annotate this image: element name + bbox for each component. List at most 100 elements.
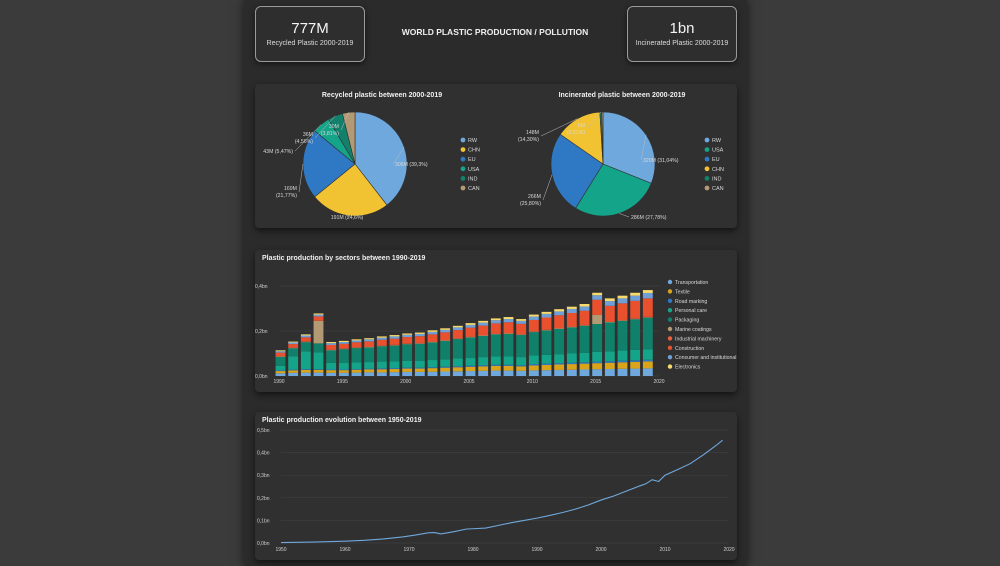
bar-legend-swatch-personal-care bbox=[667, 308, 673, 313]
bar-segment-road-marking bbox=[592, 361, 603, 364]
bar-segment-textile bbox=[313, 369, 324, 373]
bar-segment-electronics bbox=[465, 323, 476, 325]
bar-segment-construction bbox=[503, 322, 514, 334]
bar-segment-electronics bbox=[592, 292, 603, 296]
bar-segment-packaging bbox=[516, 335, 527, 358]
bar-segment-consumer-and-institutional bbox=[465, 324, 476, 328]
bar-segment-packaging bbox=[490, 334, 501, 357]
bar-segment-construction bbox=[579, 310, 590, 325]
bar-segment-personal-care bbox=[364, 362, 375, 369]
kpi-incinerated-value: 1bn bbox=[669, 20, 695, 37]
bar-segment-personal-care bbox=[338, 362, 349, 370]
bar-legend-swatch-road-marking bbox=[667, 298, 673, 303]
bar-segment-road-marking bbox=[452, 366, 463, 368]
bar-segment-textile bbox=[338, 370, 349, 373]
bar-segment-construction bbox=[541, 317, 552, 330]
bar-legend-swatch-packaging bbox=[667, 317, 673, 322]
incinerated-legend-swatch-chn bbox=[704, 166, 710, 172]
bar-segment-electronics bbox=[288, 341, 299, 343]
bar-segment-consumer-and-institutional bbox=[503, 319, 514, 323]
bar-segment-textile bbox=[414, 368, 425, 372]
bar-segment-construction bbox=[427, 334, 438, 342]
bar-segment-personal-care bbox=[351, 362, 362, 370]
bar-segment-textile bbox=[300, 369, 311, 373]
bar-segment-transportation bbox=[313, 372, 324, 376]
bar-legend-label-road-marking: Road marking bbox=[675, 299, 707, 305]
bar-segment-textile bbox=[351, 369, 362, 373]
bar-segment-road-marking bbox=[402, 367, 413, 369]
bar-segment-packaging bbox=[275, 356, 286, 366]
bar-legend-swatch-transportation bbox=[667, 279, 673, 285]
incinerated-pie-label-rw: 320M (31,04%) bbox=[643, 158, 679, 164]
bar-segment-packaging bbox=[478, 335, 489, 358]
bar-segment-personal-care bbox=[579, 352, 590, 363]
bar-chart-title: Plastic production by sectors between 19… bbox=[262, 255, 426, 262]
bar-segment-consumer-and-institutional bbox=[617, 298, 628, 304]
bar-segment-personal-care bbox=[592, 351, 603, 362]
bar-segment-consumer-and-institutional bbox=[313, 314, 324, 317]
bar-segment-personal-care bbox=[326, 362, 337, 370]
incinerated-pie-label-eu: 266M bbox=[528, 194, 541, 200]
bar-x-tick-label: 2005 bbox=[463, 379, 474, 385]
bar-segment-transportation bbox=[617, 368, 628, 376]
bar-segment-textile bbox=[402, 368, 413, 372]
bar-segment-electronics bbox=[389, 335, 400, 337]
bar-segment-personal-care bbox=[516, 357, 527, 366]
bar-segment-transportation bbox=[326, 372, 337, 376]
bar-segment-consumer-and-institutional bbox=[490, 320, 501, 324]
bar-segment-consumer-and-institutional bbox=[300, 335, 311, 338]
bar-segment-road-marking bbox=[376, 368, 387, 370]
bar-y-tick-label: 0,0bn bbox=[255, 374, 268, 380]
recycled-pie-title: Recycled plastic between 2000-2019 bbox=[321, 92, 443, 99]
bar-segment-textile bbox=[275, 371, 286, 374]
bar-x-tick-label: 2020 bbox=[653, 379, 664, 385]
bar-segment-road-marking bbox=[465, 365, 476, 367]
recycled-pie-label-can: (3,81%) bbox=[321, 131, 339, 137]
bar-segment-personal-care bbox=[528, 355, 539, 365]
line-y-tick-label: 0,0bn bbox=[257, 541, 270, 547]
bar-x-tick-label: 2010 bbox=[527, 379, 538, 385]
bar-segment-transportation bbox=[288, 372, 299, 376]
bar-segment-textile bbox=[288, 370, 299, 373]
bar-segment-construction bbox=[604, 305, 615, 322]
bar-segment-construction bbox=[300, 337, 311, 342]
bar-segment-road-marking bbox=[554, 363, 565, 365]
bar-segment-textile bbox=[541, 364, 552, 371]
bar-chart-svg: 0,0bn 0,2bn 0,4bn 1990 1995 2000 2005 2010 2015 2… bbox=[255, 279, 736, 385]
bar-segment-consumer-and-institutional bbox=[275, 351, 286, 353]
bar-segment-personal-care bbox=[288, 356, 299, 370]
bar-segment-consumer-and-institutional bbox=[554, 311, 565, 316]
bar-y-tick-label: 0,4bn bbox=[255, 284, 268, 290]
bar-segment-consumer-and-institutional bbox=[326, 343, 337, 345]
bar-segment-electronics bbox=[376, 336, 387, 338]
bar-segment-consumer-and-institutional bbox=[364, 339, 375, 342]
line-x-tick-label: 1990 bbox=[531, 547, 542, 553]
bar-segment-personal-care bbox=[313, 352, 324, 370]
bar-segment-packaging bbox=[389, 345, 400, 362]
bar-segment-electronics bbox=[630, 292, 641, 296]
bar-segment-electronics bbox=[528, 314, 539, 317]
incinerated-legend-swatch-can bbox=[704, 185, 710, 191]
bar-segment-road-marking bbox=[566, 362, 577, 365]
bar-segment-road-marking bbox=[604, 361, 615, 363]
bar-legend-label-construction: Construction bbox=[675, 346, 704, 352]
dashboard-page: 777M Recycled Plastic 2000-2019 WORLD PL… bbox=[244, 0, 747, 566]
bar-segment-packaging bbox=[541, 330, 552, 355]
bar-segment-personal-care bbox=[440, 359, 451, 367]
recycled-pie-label-can: 30M bbox=[329, 124, 339, 130]
bar-segment-personal-care bbox=[617, 350, 628, 361]
incinerated-pie-label-chn: 148M bbox=[526, 130, 539, 136]
bar-segment-electronics bbox=[427, 330, 438, 332]
bar-segment-packaging bbox=[554, 328, 565, 355]
bar-segment-road-marking bbox=[389, 368, 400, 370]
bar-segment-transportation bbox=[376, 372, 387, 376]
bar-segment-construction bbox=[617, 303, 628, 320]
incinerated-legend-swatch-ind bbox=[704, 176, 710, 181]
bar-segment-consumer-and-institutional bbox=[592, 295, 603, 300]
recycled-legend-label-eu: EU bbox=[468, 157, 476, 163]
bar-segment-road-marking bbox=[351, 369, 362, 370]
recycled-legend-label-chn: CHN bbox=[468, 148, 480, 154]
bar-segment-construction bbox=[478, 325, 489, 336]
bar-segment-electronics bbox=[313, 313, 324, 315]
bar-segment-construction bbox=[630, 300, 641, 319]
